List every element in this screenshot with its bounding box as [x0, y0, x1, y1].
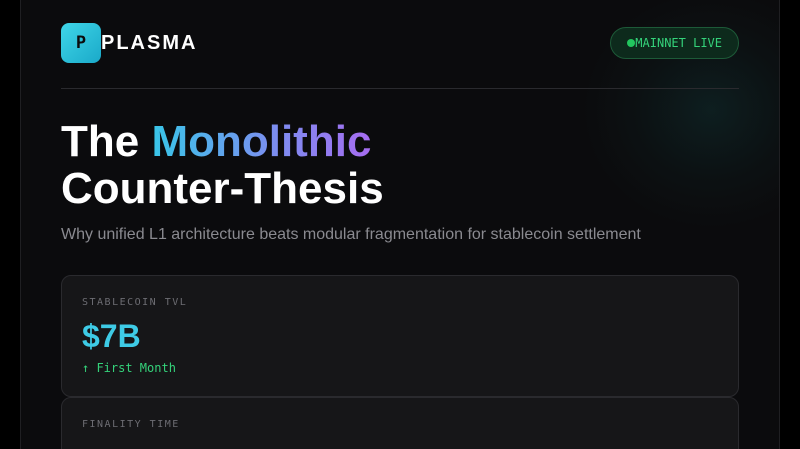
logo-letter: P	[75, 33, 87, 53]
header-divider	[61, 88, 739, 89]
title-prefix: The	[61, 117, 152, 166]
title-accent: Monolithic	[151, 117, 372, 166]
metric-change: ↑ First Month	[82, 361, 176, 375]
metric-label: FINALITY TIME	[82, 419, 180, 430]
status-badge-label: MAINNET LIVE	[635, 36, 722, 50]
live-dot-icon	[627, 39, 636, 47]
title-line-2: Counter-Thesis	[61, 164, 384, 213]
page-subtitle: Why unified L1 architecture beats modula…	[61, 226, 641, 243]
metric-card-finality: FINALITY TIME	[61, 397, 739, 449]
brand-name[interactable]: PLASMA	[101, 32, 197, 55]
status-badge: MAINNET LIVE	[610, 27, 739, 59]
page-frame: P PLASMA MAINNET LIVE The Monolithic Cou…	[20, 0, 780, 449]
metric-card-tvl: STABLECOIN TVL $7B ↑ First Month	[61, 275, 739, 397]
header: P PLASMA MAINNET LIVE	[61, 22, 739, 64]
metric-label: STABLECOIN TVL	[82, 297, 188, 308]
page-title: The Monolithic Counter-Thesis	[61, 118, 384, 212]
logo[interactable]: P	[61, 23, 101, 63]
metric-value: $7B	[82, 318, 141, 354]
